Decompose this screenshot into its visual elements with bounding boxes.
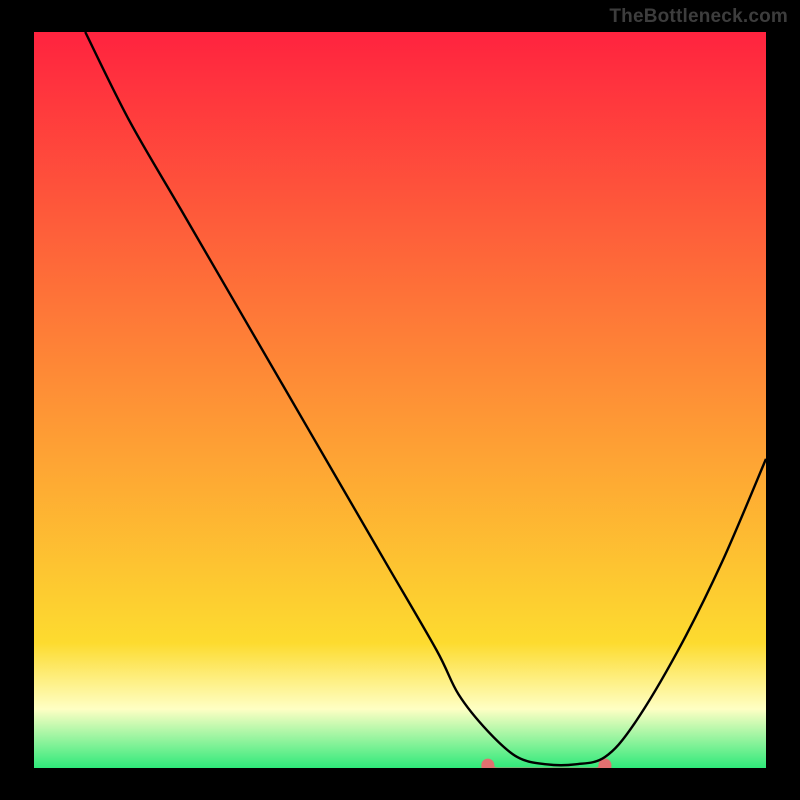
chart-stage: TheBottleneck.com [0, 0, 800, 800]
gradient-panel [34, 32, 766, 768]
chart-svg [34, 32, 766, 768]
chart-plot [34, 32, 766, 768]
watermark-text: TheBottleneck.com [609, 6, 788, 28]
